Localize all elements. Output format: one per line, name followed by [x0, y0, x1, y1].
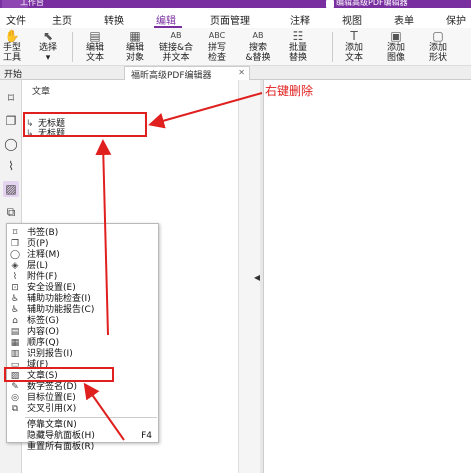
comment-icon: ◯ — [9, 250, 21, 260]
annotation-label: 右键删除 — [265, 84, 314, 98]
order-icon: ▦ — [10, 338, 20, 348]
cursor-icon: ⬉ — [42, 29, 54, 43]
edit-object-icon: ▦ — [129, 29, 141, 43]
layers-icon: ◈ — [11, 261, 19, 271]
bookmark-icon: ⌑ — [12, 228, 18, 238]
panel-title: 文章 — [32, 87, 51, 97]
menu-item-layers[interactable]: ◈ 层(L) — [7, 261, 158, 271]
search-replace-icon: AB — [252, 31, 264, 40]
menu-convert[interactable]: 转换 — [104, 12, 124, 27]
spell-check-icon: ABC — [208, 31, 226, 40]
link-merge-text-button[interactable]: AB 链接&合 并文本 — [158, 29, 194, 63]
menu-file[interactable]: 文件 — [6, 12, 26, 27]
menu-item-cross-references[interactable]: ⧉ 交叉引用(X) — [7, 404, 158, 414]
menu-separator — [25, 417, 157, 418]
menu-item-hide-nav-panel[interactable]: 隐藏导航面板(H) F4 — [7, 431, 158, 441]
menu-item-digital-signatures[interactable]: ✎ 数字签名(D) — [7, 382, 158, 392]
document-view — [260, 80, 471, 473]
menu-form[interactable]: 表单 — [394, 12, 414, 27]
edit-object-button[interactable]: ▦ 编辑 对象 — [117, 29, 153, 63]
tab-document[interactable]: 福昕高级PDF编辑器 ✕ — [124, 66, 250, 80]
cross-reference-icon: ⧉ — [11, 404, 19, 414]
menu-item-recognition-report[interactable]: ▥ 识别报告(I) — [7, 349, 158, 359]
menu-item-accessibility-report[interactable]: ♿ 辅助功能报告(C) — [7, 305, 158, 315]
document-page[interactable] — [263, 80, 471, 473]
title-bar: 工作台 编辑高级PDF编辑器 — [0, 0, 471, 8]
menu-item-pages[interactable]: ❐ 页(P) — [7, 239, 158, 249]
accessibility-report-icon: ♿ — [10, 305, 20, 315]
search-replace-button[interactable]: AB 搜索 &替换 — [240, 29, 276, 63]
menu-comment[interactable]: 注释 — [290, 12, 310, 27]
workbench-label: 工作台 — [20, 0, 44, 7]
highlight-articles-menu-item — [4, 367, 114, 382]
menu-item-order[interactable]: ▦ 顺序(Q) — [7, 338, 158, 348]
shape-icon: ▢ — [432, 29, 444, 43]
menu-protect[interactable]: 保护 — [446, 12, 466, 27]
context-menu: ⌑ 书签(B) ❐ 页(P) ◯ 注释(M) ◈ 层(L) ⌇ 附件(F) ⊡ … — [6, 223, 159, 452]
signature-icon: ✎ — [11, 382, 19, 392]
lock-icon: ⊡ — [11, 283, 19, 293]
bookmark-icon[interactable]: ⌑ — [3, 90, 19, 106]
menu-item-comments[interactable]: ◯ 注释(M) — [7, 250, 158, 260]
menu-item-accessibility-check[interactable]: ♿ 辅助功能检查(I) — [7, 294, 158, 304]
menu-item-content[interactable]: ▤ 内容(O) — [7, 327, 158, 337]
add-shape-button[interactable]: ▢ 添加 形状 — [420, 29, 456, 63]
link-text-icon: AB — [170, 31, 182, 40]
app-logo-icon — [326, 0, 334, 8]
menu-item-reset-panels[interactable]: 重置所有面板(R) — [7, 442, 158, 452]
highlight-article-items — [23, 112, 147, 137]
report-icon: ▥ — [10, 349, 20, 359]
tab-document-label: 福昕高级PDF编辑器 — [131, 71, 212, 80]
menu-item-bookmarks[interactable]: ⌑ 书签(B) — [7, 228, 158, 238]
edit-text-button[interactable]: ▤ 编辑 文本 — [77, 29, 113, 63]
close-icon[interactable]: ✕ — [238, 68, 245, 77]
menu-page-management[interactable]: 页面管理 — [210, 12, 250, 27]
text-t-icon: T — [350, 29, 358, 43]
ribbon-separator — [332, 32, 333, 62]
document-tab-strip: 开始 福昕高级PDF编辑器 ✕ — [0, 66, 471, 80]
spell-check-button[interactable]: ABC 拼写 检查 — [199, 29, 235, 63]
tab-start[interactable]: 开始 — [0, 66, 26, 80]
comment-icon[interactable]: ◯ — [3, 136, 19, 152]
image-icon: ▣ — [390, 29, 402, 43]
hand-tool-button[interactable]: ✋ 手型 工具 — [0, 29, 30, 63]
batch-replace-icon: ☷ — [292, 29, 304, 43]
pages-icon: ❐ — [10, 239, 20, 249]
pages-icon[interactable]: ❐ — [3, 113, 19, 129]
ribbon-separator — [72, 32, 73, 62]
batch-replace-button[interactable]: ☷ 批量 替换 — [280, 29, 316, 63]
panel-toolbar — [32, 99, 232, 109]
select-button[interactable]: ⬉ 选择 ▾ — [30, 29, 66, 63]
target-icon: ◎ — [11, 393, 19, 403]
attachment-icon[interactable]: ⌇ — [3, 158, 19, 174]
ribbon-toolbar: ✋ 手型 工具 ⬉ 选择 ▾ ▤ 编辑 文本 ▦ 编辑 对象 AB 链接&合 并… — [0, 28, 471, 66]
attachment-icon: ⌇ — [12, 272, 18, 282]
hand-icon: ✋ — [4, 29, 20, 43]
menu-item-tags[interactable]: ⌂ 标签(G) — [7, 316, 158, 326]
article-icon[interactable]: ▨ — [3, 181, 19, 197]
accessibility-icon: ♿ — [10, 294, 20, 304]
menu-item-destinations[interactable]: ◎ 目标位置(E) — [7, 393, 158, 403]
edit-text-icon: ▤ — [89, 29, 101, 43]
layers-icon[interactable]: ⧉ — [3, 204, 19, 220]
window-title: 编辑高级PDF编辑器 — [336, 0, 408, 7]
menu-view[interactable]: 视图 — [342, 12, 362, 27]
panel-splitter[interactable]: ◀ — [238, 80, 260, 473]
menu-home[interactable]: 主页 — [52, 12, 72, 27]
menu-item-dock-article[interactable]: 停靠文章(N) — [7, 420, 158, 430]
add-text-button[interactable]: T 添加 文本 — [336, 29, 372, 63]
menu-edit[interactable]: 编辑 — [156, 12, 176, 27]
menu-bar: 文件 主页 转换 编辑 页面管理 注释 视图 表单 保护 — [0, 8, 471, 28]
add-image-button[interactable]: ▣ 添加 图像 — [378, 29, 414, 63]
dropdown-arrow-icon: ▾ — [45, 53, 51, 63]
menu-item-security[interactable]: ⊡ 安全设置(E) — [7, 283, 158, 293]
menu-item-attachments[interactable]: ⌇ 附件(F) — [7, 272, 158, 282]
app-window: 工作台 编辑高级PDF编辑器 文件 主页 转换 编辑 页面管理 注释 视图 表单… — [0, 0, 471, 473]
tag-icon: ⌂ — [12, 316, 18, 326]
content-icon: ▤ — [10, 327, 20, 337]
